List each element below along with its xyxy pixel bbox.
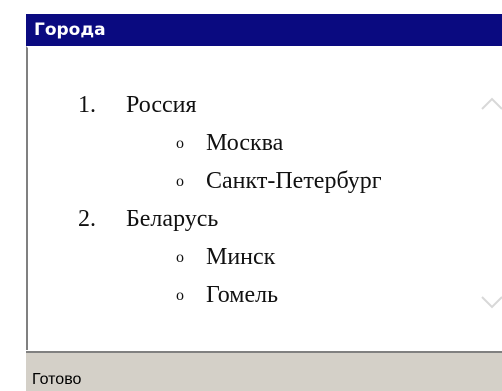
content-area: 1. Россия o Москва o Санкт-Петербург 2. … [28, 48, 502, 348]
chevron-down-icon[interactable] [480, 294, 502, 312]
browser-window: Города 1. Россия o Москва o Санкт-Петерб… [0, 0, 502, 391]
content-pane[interactable]: 1. Россия o Москва o Санкт-Петербург 2. … [26, 46, 502, 350]
city-name: Москва [206, 130, 284, 156]
bullet-icon: o [176, 135, 184, 152]
city-name: Санкт-Петербург [206, 168, 382, 194]
window-title: Города [34, 20, 106, 40]
status-text: Готово [32, 371, 82, 388]
bullet-icon: o [176, 249, 184, 266]
city-name: Минск [206, 244, 276, 270]
bullet-icon: o [176, 173, 184, 190]
bullet-icon: o [176, 287, 184, 304]
title-bar[interactable]: Города [26, 14, 502, 46]
status-bar: Готово [26, 351, 502, 391]
chevron-up-icon[interactable] [480, 94, 502, 112]
list-item-number: 2. [78, 206, 96, 232]
country-name: Россия [126, 92, 197, 118]
city-name: Гомель [206, 282, 279, 308]
country-name: Беларусь [126, 206, 219, 232]
list-item-number: 1. [78, 92, 96, 118]
